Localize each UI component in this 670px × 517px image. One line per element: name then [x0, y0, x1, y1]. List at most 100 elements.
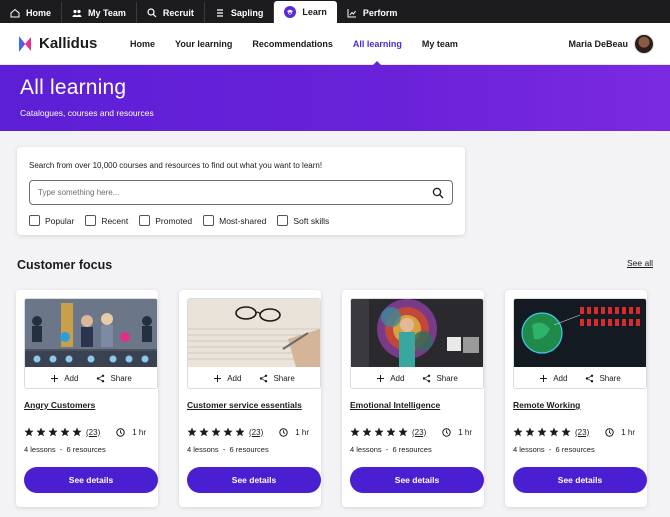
search-card: Search from over 10,000 courses and reso… — [17, 147, 465, 235]
search-icon[interactable] — [432, 187, 444, 199]
nav-item-recommendations[interactable]: Recommendations — [242, 23, 343, 65]
course-title[interactable]: Emotional Intelligence — [350, 400, 440, 410]
nav-item-my-team[interactable]: My team — [412, 23, 468, 65]
course-meta: 4 lessons - 6 resources — [24, 445, 106, 454]
filter-label: Soft skills — [293, 215, 330, 226]
course-thumbnail[interactable] — [351, 299, 483, 367]
filter-checkboxes: Popular Recent Promoted Most-shared Soft… — [29, 215, 329, 226]
star-icon — [561, 427, 571, 437]
star-icon — [199, 427, 209, 437]
app-tab-label: Learn — [302, 7, 327, 17]
see-details-button[interactable]: See details — [187, 467, 321, 493]
add-button[interactable]: Add — [376, 374, 404, 383]
filter-popular[interactable]: Popular — [29, 215, 74, 226]
page-hero: All learning Catalogues, courses and res… — [0, 65, 670, 131]
app-tab-sapling[interactable]: Sapling — [205, 2, 275, 23]
checkbox[interactable] — [277, 215, 289, 226]
add-button[interactable]: Add — [213, 374, 241, 383]
share-button[interactable]: Share — [422, 374, 458, 383]
course-title[interactable]: Customer service essentials — [187, 400, 302, 410]
filter-label: Popular — [45, 215, 75, 226]
share-button[interactable]: Share — [259, 374, 295, 383]
see-details-button[interactable]: See details — [350, 467, 484, 493]
review-count[interactable]: (23) — [249, 428, 263, 437]
course-rating: (23) 1 hr — [24, 427, 146, 437]
card-actions: Add Share — [351, 367, 483, 388]
page-title: All learning — [20, 76, 127, 99]
filter-promoted[interactable]: Promoted — [139, 215, 192, 226]
app-tab-my-team[interactable]: My Team — [62, 2, 137, 23]
nav-menu: Home Your learning Recommendations All l… — [120, 23, 468, 66]
share-button[interactable]: Share — [96, 374, 132, 383]
review-count[interactable]: (23) — [575, 428, 589, 437]
course-card: Add Share Remote Working (23) 1 hr 4 les… — [505, 290, 647, 507]
star-icon — [549, 427, 559, 437]
team-icon — [72, 9, 82, 17]
review-count[interactable]: (23) — [412, 428, 426, 437]
learn-icon — [284, 6, 297, 18]
user-menu[interactable]: Maria DeBeau — [568, 33, 654, 54]
search-box[interactable] — [29, 180, 453, 205]
star-icon — [48, 427, 58, 437]
star-icon — [374, 427, 384, 437]
share-label: Share — [599, 373, 621, 383]
app-tab-home[interactable]: Home — [0, 2, 63, 23]
star-icon — [525, 427, 535, 437]
see-details-button[interactable]: See details — [513, 467, 647, 493]
course-title[interactable]: Angry Customers — [24, 400, 95, 410]
kallidus-logo[interactable]: Kallidus — [16, 34, 114, 54]
share-icon — [423, 374, 431, 382]
see-all-link[interactable]: See all — [627, 258, 653, 268]
share-button[interactable]: Share — [585, 373, 621, 383]
app-tab-learn[interactable]: Learn — [274, 1, 337, 23]
star-icon — [362, 427, 372, 437]
add-button[interactable]: Add — [50, 374, 78, 383]
search-input[interactable] — [30, 188, 432, 197]
brand-name: Kallidus — [39, 35, 98, 52]
user-name: Maria DeBeau — [568, 38, 628, 49]
star-icon — [36, 427, 46, 437]
star-icon — [223, 427, 233, 437]
checkbox[interactable] — [29, 215, 40, 226]
plus-icon — [377, 374, 385, 382]
see-details-button[interactable]: See details — [24, 467, 158, 493]
course-duration: 1 hr — [458, 427, 473, 437]
add-label: Add — [390, 373, 405, 383]
nav-item-all-learning[interactable]: All learning — [343, 23, 412, 66]
filter-most-shared[interactable]: Most-shared — [203, 215, 266, 226]
course-thumbnail[interactable] — [188, 299, 320, 367]
checkbox[interactable] — [139, 215, 151, 226]
app-tab-label: Recruit — [162, 7, 194, 18]
course-title[interactable]: Remote Working — [513, 400, 580, 410]
plus-icon — [214, 374, 222, 382]
avatar[interactable] — [634, 33, 654, 54]
course-duration: 1 hr — [132, 427, 147, 437]
add-label: Add — [227, 373, 242, 383]
app-tab-recruit[interactable]: Recruit — [137, 2, 205, 23]
course-thumbnail[interactable] — [514, 299, 646, 367]
sapling-icon — [216, 8, 223, 17]
add-button[interactable]: Add — [539, 374, 567, 383]
share-icon — [260, 374, 268, 382]
clock-icon — [116, 427, 125, 437]
checkbox[interactable] — [85, 215, 97, 226]
course-rating: (23) 1 hr — [187, 427, 309, 437]
course-thumbnail-frame: Add Share — [24, 298, 158, 389]
plus-icon — [540, 374, 548, 382]
nav-item-home[interactable]: Home — [120, 23, 165, 65]
course-rating: (23) 1 hr — [350, 427, 472, 437]
course-meta: 4 lessons - 6 resources — [350, 445, 432, 454]
nav-item-your-learning[interactable]: Your learning — [165, 23, 242, 65]
star-icon — [350, 427, 360, 437]
course-duration: 1 hr — [295, 427, 310, 437]
checkbox[interactable] — [203, 215, 215, 226]
course-meta: 4 lessons - 6 resources — [187, 445, 269, 454]
filter-recent[interactable]: Recent — [85, 215, 128, 226]
review-count[interactable]: (23) — [86, 428, 100, 437]
main-navbar: Kallidus Home Your learning Recommendati… — [0, 23, 670, 66]
filter-soft-skills[interactable]: Soft skills — [277, 215, 329, 226]
course-thumbnail[interactable] — [25, 299, 157, 367]
course-thumbnail-frame: Add Share — [187, 298, 321, 389]
app-tab-perform[interactable]: Perform — [337, 2, 408, 23]
recruit-icon — [147, 7, 157, 17]
